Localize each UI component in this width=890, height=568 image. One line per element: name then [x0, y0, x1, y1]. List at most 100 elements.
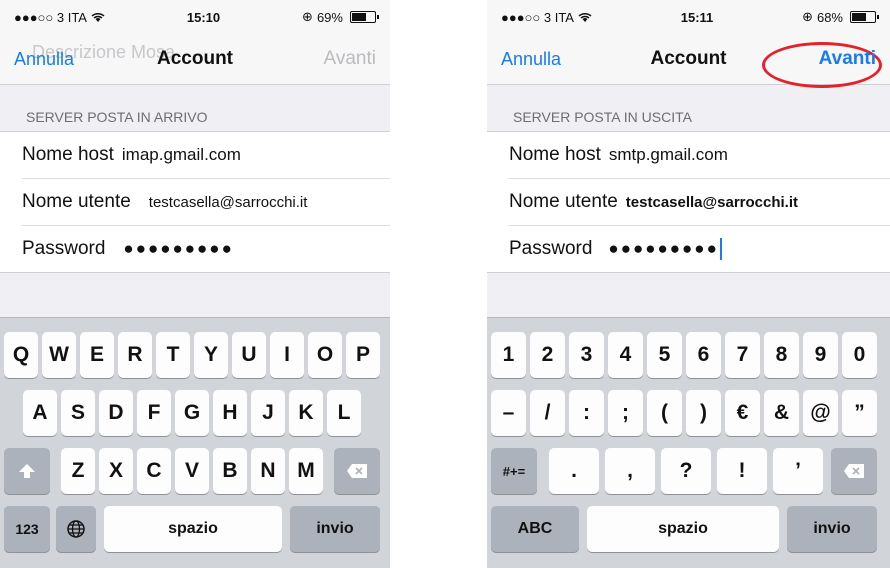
- field-value[interactable]: testcasella@sarrocchi.it: [149, 194, 308, 211]
- key[interactable]: L: [327, 390, 361, 436]
- field-value[interactable]: imap.gmail.com: [122, 145, 241, 165]
- password-field[interactable]: Password ●●●●●●●●●: [22, 226, 390, 272]
- key[interactable]: 4: [608, 332, 643, 378]
- rotation-lock-icon: ⊕: [302, 9, 313, 24]
- key[interactable]: K: [289, 390, 323, 436]
- incoming-server-form: Nome host imap.gmail.com Nome utente tes…: [0, 131, 390, 273]
- host-name-field[interactable]: Nome host smtp.gmail.com: [509, 132, 890, 179]
- symbols-key[interactable]: #+=: [491, 448, 537, 494]
- status-bar: ●●●○○ 3 ITA 15:10 ⊕ 69%: [0, 0, 390, 34]
- key[interactable]: B: [213, 448, 247, 494]
- field-label: Password: [509, 238, 593, 259]
- return-key[interactable]: invio: [290, 506, 380, 552]
- carrier-label: ●●●○○ 3 ITA: [501, 9, 574, 25]
- key[interactable]: 1: [491, 332, 526, 378]
- key[interactable]: P: [346, 332, 380, 378]
- field-value[interactable]: smtp.gmail.com: [609, 145, 728, 165]
- battery-percent: 69%: [316, 9, 343, 25]
- key[interactable]: ;: [608, 390, 643, 436]
- key[interactable]: (: [647, 390, 682, 436]
- host-name-field[interactable]: Nome host imap.gmail.com: [22, 132, 390, 179]
- key[interactable]: /: [530, 390, 565, 436]
- wifi-icon: [578, 12, 592, 22]
- key[interactable]: T: [156, 332, 190, 378]
- left-phone-screen: ●●●○○ 3 ITA 15:10 ⊕ 69% Descrizione Mosa…: [0, 0, 390, 568]
- navigation-bar: Descrizione Mosa Annulla Account Avanti: [0, 34, 390, 85]
- key[interactable]: H: [213, 390, 247, 436]
- battery-icon: [349, 11, 379, 23]
- username-field[interactable]: Nome utente testcasella@sarrocchi.it: [509, 179, 890, 226]
- cancel-button[interactable]: Annulla: [14, 49, 74, 70]
- key[interactable]: €: [725, 390, 760, 436]
- key[interactable]: F: [137, 390, 171, 436]
- key[interactable]: ”: [842, 390, 877, 436]
- key[interactable]: Z: [61, 448, 95, 494]
- section-header: SERVER POSTA IN USCITA: [513, 109, 692, 125]
- key[interactable]: ?: [661, 448, 711, 494]
- key[interactable]: M: [289, 448, 323, 494]
- field-label: Password: [22, 238, 106, 259]
- space-key[interactable]: spazio: [587, 506, 779, 552]
- keyboard: 1 2 3 4 5 6 7 8 9 0 – / : ; ( ) € & @ ” …: [487, 317, 890, 568]
- cancel-button[interactable]: Annulla: [501, 49, 561, 70]
- key[interactable]: :: [569, 390, 604, 436]
- delete-key[interactable]: [831, 448, 877, 494]
- key[interactable]: R: [118, 332, 152, 378]
- key[interactable]: 8: [764, 332, 799, 378]
- text-cursor: [719, 238, 722, 260]
- key[interactable]: &: [764, 390, 799, 436]
- globe-icon: [67, 520, 85, 538]
- key[interactable]: 3: [569, 332, 604, 378]
- next-button[interactable]: Avanti: [324, 48, 376, 70]
- key[interactable]: C: [137, 448, 171, 494]
- key[interactable]: ,: [605, 448, 655, 494]
- key[interactable]: 9: [803, 332, 838, 378]
- key[interactable]: G: [175, 390, 209, 436]
- space-key[interactable]: spazio: [104, 506, 282, 552]
- key[interactable]: !: [717, 448, 767, 494]
- key[interactable]: A: [23, 390, 57, 436]
- delete-icon: [844, 464, 864, 478]
- key[interactable]: Q: [4, 332, 38, 378]
- field-value[interactable]: testcasella@sarrocchi.it: [626, 194, 798, 211]
- key[interactable]: 7: [725, 332, 760, 378]
- key[interactable]: D: [99, 390, 133, 436]
- next-button[interactable]: Avanti: [819, 48, 876, 70]
- key[interactable]: X: [99, 448, 133, 494]
- numbers-key[interactable]: 123: [4, 506, 50, 552]
- key[interactable]: E: [80, 332, 114, 378]
- key[interactable]: V: [175, 448, 209, 494]
- key[interactable]: 0: [842, 332, 877, 378]
- key[interactable]: O: [308, 332, 342, 378]
- battery-icon: [850, 11, 879, 23]
- key[interactable]: I: [270, 332, 304, 378]
- key[interactable]: Y: [194, 332, 228, 378]
- key[interactable]: @: [803, 390, 838, 436]
- key[interactable]: W: [42, 332, 76, 378]
- key[interactable]: 6: [686, 332, 721, 378]
- key[interactable]: U: [232, 332, 266, 378]
- key[interactable]: J: [251, 390, 285, 436]
- key[interactable]: .: [549, 448, 599, 494]
- shift-key[interactable]: [4, 448, 50, 494]
- battery-percent: 68%: [816, 9, 843, 25]
- username-field[interactable]: Nome utente testcasella@sarrocchi.it: [22, 179, 390, 226]
- key[interactable]: ’: [773, 448, 823, 494]
- field-label: Nome utente: [22, 191, 131, 212]
- key[interactable]: 5: [647, 332, 682, 378]
- return-key[interactable]: invio: [787, 506, 877, 552]
- key[interactable]: ): [686, 390, 721, 436]
- password-value[interactable]: ●●●●●●●●●: [608, 239, 718, 259]
- password-field[interactable]: Password ●●●●●●●●●: [509, 226, 890, 272]
- key[interactable]: 2: [530, 332, 565, 378]
- key[interactable]: N: [251, 448, 285, 494]
- delete-key[interactable]: [334, 448, 380, 494]
- password-value[interactable]: ●●●●●●●●●: [123, 239, 233, 259]
- rotation-lock-icon: ⊕: [802, 9, 813, 24]
- abc-key[interactable]: ABC: [491, 506, 579, 552]
- key[interactable]: S: [61, 390, 95, 436]
- status-time: 15:10: [186, 9, 221, 25]
- key[interactable]: –: [491, 390, 526, 436]
- outgoing-server-form: Nome host smtp.gmail.com Nome utente tes…: [487, 131, 890, 273]
- globe-key[interactable]: [56, 506, 96, 552]
